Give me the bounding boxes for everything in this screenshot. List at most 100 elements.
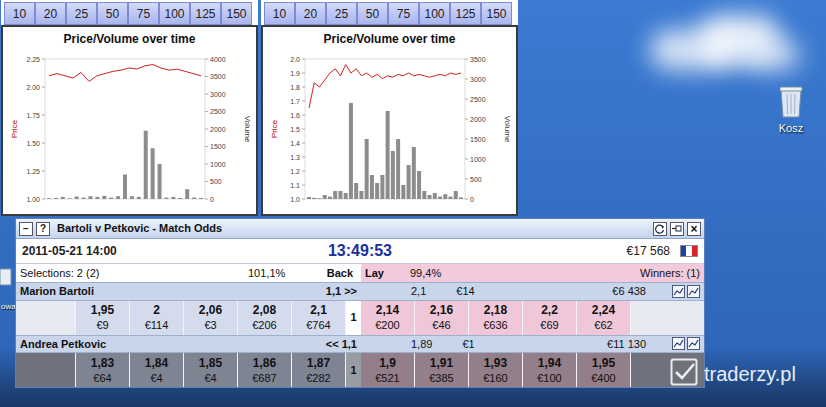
svg-text:1.75: 1.75 — [26, 112, 40, 119]
chart-icon[interactable] — [672, 337, 685, 350]
svg-text:2000: 2000 — [470, 116, 486, 123]
chart-icon[interactable] — [672, 285, 685, 298]
odds-amount: €160 — [483, 371, 507, 385]
range-button[interactable]: 100 — [419, 2, 450, 25]
volume-bar — [427, 195, 431, 199]
volume-tick: 1500 — [465, 136, 486, 143]
volume-bar — [396, 139, 400, 199]
back-odds-cell[interactable]: 1,87€282 — [292, 353, 346, 387]
lay-odds-cell[interactable]: 1,95€400 — [577, 353, 631, 387]
volume-bar — [164, 198, 168, 199]
chart-icon[interactable] — [687, 337, 700, 350]
range-button[interactable]: 125 — [450, 2, 481, 25]
desktop-icon[interactable]: owa — [0, 268, 16, 312]
lay-odds-cell[interactable]: 2,18€636 — [469, 301, 523, 335]
svg-text:1.2: 1.2 — [290, 168, 300, 175]
runner-name: Marion Bartoli — [20, 283, 94, 300]
lay-odds-cell[interactable]: 2,24€62 — [577, 301, 631, 335]
back-odds-cell[interactable]: 1,84€4 — [130, 353, 184, 387]
odds-row: 1,83€641,84€41,85€41,86€6871,87€28211,9€… — [16, 353, 704, 387]
odds-amount: €100 — [537, 371, 561, 385]
back-odds-cell[interactable]: 2€114 — [130, 301, 184, 335]
lay-odds-cell[interactable]: 1,94€100 — [523, 353, 577, 387]
chart-window[interactable]: 1020255075100125150 Price/Volume over tim… — [261, 0, 518, 216]
lay-odds-cell[interactable]: 1,91€385 — [415, 353, 469, 387]
range-button[interactable]: 50 — [97, 2, 128, 25]
back-odds-cell[interactable]: 2,1€764 — [292, 301, 346, 335]
odds-price: 1,86 — [253, 356, 276, 371]
pin-icon[interactable] — [670, 222, 684, 236]
refresh-icon[interactable] — [653, 222, 667, 236]
price-volume-chart: 2.252.001.751.501.251.004000350030002500… — [5, 47, 255, 212]
range-button[interactable]: 25 — [326, 2, 357, 25]
desktop-icon-label: owa — [1, 302, 16, 312]
range-button[interactable]: 150 — [221, 2, 252, 25]
market-window[interactable]: −? Bartoli v Petkovic - Match Odds × 2011-0… — [15, 218, 705, 388]
desktop-icon[interactable]: Kosz — [768, 84, 814, 135]
range-button[interactable]: 75 — [388, 2, 419, 25]
chart-icon[interactable] — [687, 285, 700, 298]
france-flag-icon — [680, 245, 698, 257]
chart-title: Price/Volume over time — [324, 27, 456, 47]
back-odds-cell[interactable]: 2,08€206 — [238, 301, 292, 335]
range-button[interactable]: 20 — [295, 2, 326, 25]
lay-odds-cell[interactable]: 2,16€46 — [415, 301, 469, 335]
file-icon — [0, 268, 12, 286]
runner: Andrea Petkovic<< 1,11,89€1€11 1301,83€6… — [16, 335, 704, 388]
volume-bar — [401, 185, 405, 199]
volume-bar — [390, 151, 394, 199]
back-odds-cell[interactable]: 1,86€687 — [238, 353, 292, 387]
runner-header: Marion Bartoli1,1 >>2,1€14€6 438 — [16, 282, 704, 301]
range-button[interactable]: 100 — [159, 2, 190, 25]
volume-bar — [411, 147, 415, 199]
range-button[interactable]: 20 — [35, 2, 66, 25]
title-button[interactable]: ? — [36, 222, 50, 236]
range-button[interactable]: 10 — [264, 2, 295, 25]
volume-tick: 1000 — [205, 161, 226, 168]
range-button[interactable]: 10 — [4, 2, 35, 25]
volume-bar — [348, 103, 352, 199]
chart-window[interactable]: 1020255075100125150Price/Volume over tim… — [1, 0, 258, 216]
volume-bar — [333, 191, 337, 199]
lay-label: Lay — [365, 265, 410, 282]
range-button[interactable]: 50 — [357, 2, 388, 25]
volume-bar — [364, 139, 368, 199]
volume-tick: 2000 — [205, 126, 226, 133]
title-button[interactable]: − — [19, 222, 33, 236]
price-tick: 1.50 — [26, 140, 45, 147]
volume-bar — [406, 165, 410, 199]
range-toolbar: 1020255075100125150 — [1, 0, 258, 25]
odds-price: 1,9 — [379, 356, 396, 371]
svg-text:0: 0 — [470, 196, 474, 203]
svg-text:2.25: 2.25 — [26, 56, 40, 63]
lay-percent: 99,4% — [410, 265, 441, 282]
plot-area — [305, 59, 465, 199]
svg-text:1.4: 1.4 — [290, 140, 300, 147]
lay-odds-cell[interactable]: 1,93€160 — [469, 353, 523, 387]
back-odds-cell[interactable]: 1,85€4 — [184, 353, 238, 387]
lay-odds-cell[interactable]: 2,14€200 — [361, 301, 415, 335]
price-tick: 1.25 — [26, 168, 45, 175]
close-button[interactable]: × — [687, 222, 701, 236]
lay-odds-cell[interactable]: 2,2€69 — [523, 301, 577, 335]
volume-bar — [192, 198, 196, 199]
title-bar: −? Bartoli v Petkovic - Match Odds × — [16, 219, 704, 239]
range-button[interactable]: 75 — [128, 2, 159, 25]
window-title: Bartoli v Petkovic - Match Odds — [57, 220, 222, 237]
range-button[interactable]: 25 — [66, 2, 97, 25]
range-button[interactable]: 150 — [481, 2, 512, 25]
svg-text:1.00: 1.00 — [26, 196, 40, 203]
volume-tick: 2500 — [465, 96, 486, 103]
back-odds-cell[interactable]: 1,95€9 — [76, 301, 130, 335]
svg-text:3500: 3500 — [210, 73, 226, 80]
checkmark-logo-icon — [670, 358, 698, 386]
range-button[interactable]: 125 — [190, 2, 221, 25]
price-tick: 1.2 — [290, 168, 305, 175]
svg-text:1.7: 1.7 — [290, 98, 300, 105]
back-odds-cell[interactable]: 1,83€64 — [76, 353, 130, 387]
clock: 13:49:53 — [222, 239, 498, 263]
volume-tick: 0 — [205, 196, 214, 203]
back-odds-cell[interactable]: 2,06€3 — [184, 301, 238, 335]
market-date: 2011-05-21 14:00 — [22, 242, 222, 260]
lay-odds-cell[interactable]: 1,9€521 — [361, 353, 415, 387]
